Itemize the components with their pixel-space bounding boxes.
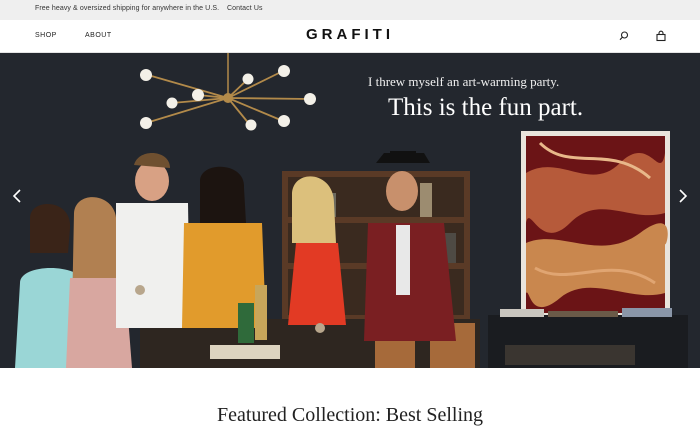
shipping-notice: Free heavy & oversized shipping for anyw… (35, 5, 220, 12)
hero-kicker: I threw myself an art-warming party. (368, 74, 560, 89)
site-header: SHOP ABOUT GRAFITI (0, 20, 700, 53)
hero-party-photo (0, 53, 700, 368)
hero-carousel[interactable]: I threw myself an art-warming party. Thi… (0, 53, 700, 368)
nav-shop-link[interactable]: SHOP (35, 32, 57, 39)
announcement-bar: Free heavy & oversized shipping for anyw… (0, 0, 700, 20)
site-logo[interactable]: GRAFITI (296, 26, 404, 43)
chevron-right-icon[interactable] (676, 187, 690, 205)
search-icon[interactable] (618, 30, 630, 42)
bag-icon[interactable] (655, 30, 667, 42)
framed-painting (521, 131, 670, 318)
nav-about-link[interactable]: ABOUT (85, 32, 112, 39)
contact-us-link[interactable]: Contact Us (227, 5, 263, 12)
featured-collection-title: Featured Collection: Best Selling (216, 404, 484, 426)
chevron-left-icon[interactable] (10, 187, 24, 205)
hero-title: This is the fun part. (388, 94, 584, 121)
side-console (488, 308, 688, 368)
